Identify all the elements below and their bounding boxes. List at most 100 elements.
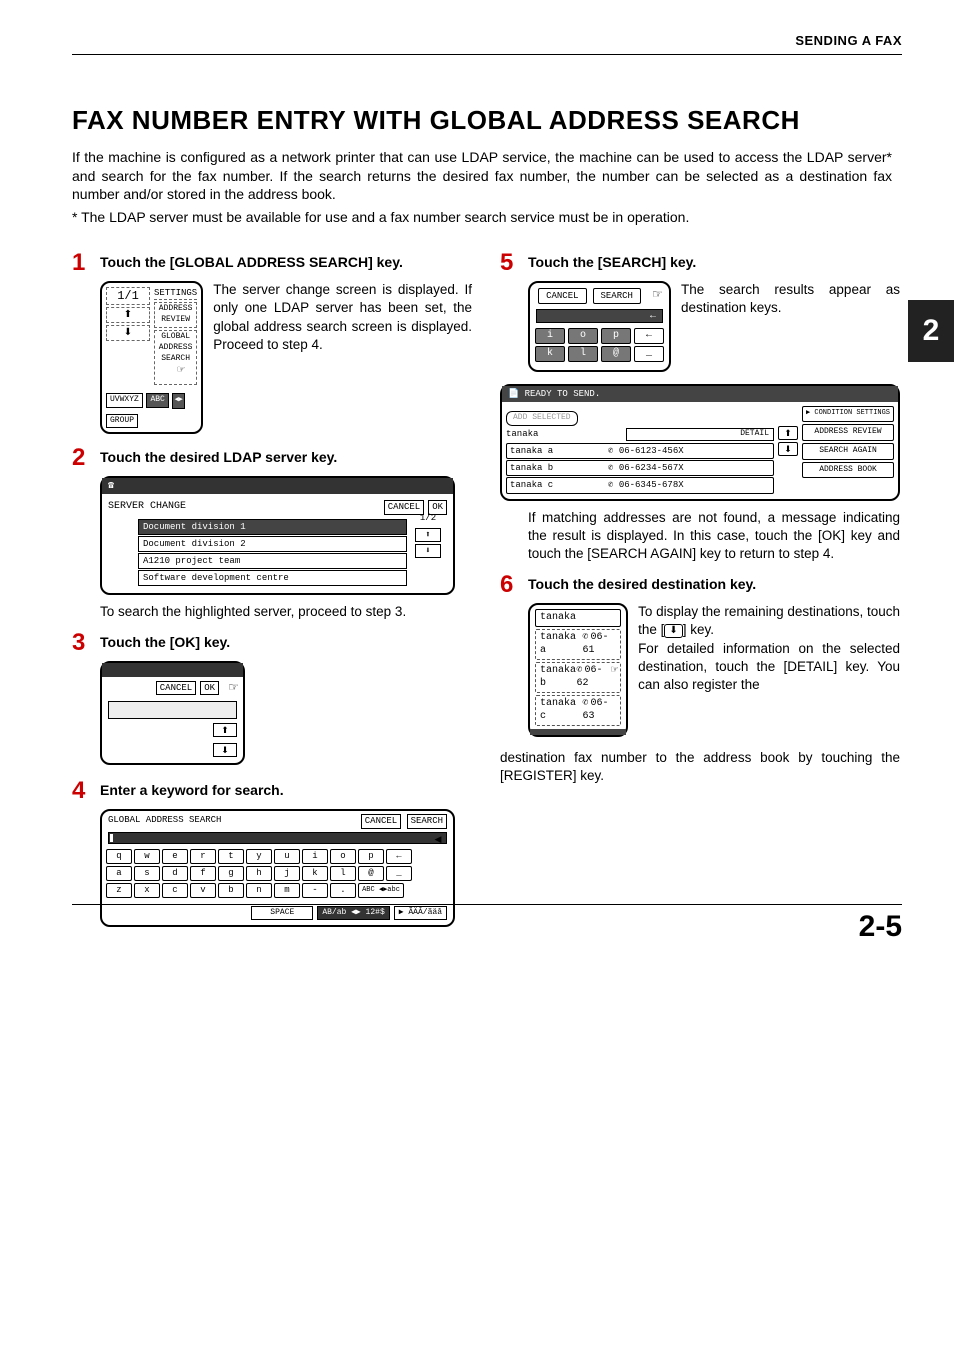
tab-abc[interactable]: ABC [146,393,168,408]
results-scroll-down-icon[interactable]: ⬇ [778,442,798,456]
key-z[interactable]: z [106,883,132,898]
add-selected-button[interactable]: ADD SELECTED [506,411,578,426]
footnote-text: * The LDAP server must be available for … [72,208,902,227]
key-c[interactable]: c [162,883,188,898]
key-q[interactable]: q [106,849,132,864]
condition-settings-button[interactable]: ▶ CONDITION SETTINGS [802,406,894,421]
skey-o[interactable]: o [568,328,598,344]
step-2-after-text: To search the highlighted server, procee… [100,603,472,621]
skey-k[interactable]: k [535,346,565,362]
ok-panel-ok-button[interactable]: OK [200,681,219,695]
scroll-up-icon[interactable]: ⬆ [106,307,150,323]
server-item-3[interactable]: A1210 project team [138,553,407,569]
key-space[interactable]: SPACE [251,906,313,921]
result-row-2[interactable]: tanaka b ✆ 06-6234-567X [506,460,774,476]
result-row-3[interactable]: tanaka c ✆ 06-6345-678X [506,477,774,493]
key-o[interactable]: o [330,849,356,864]
key-underscore[interactable]: _ [386,866,412,881]
step-6-title: Touch the desired destination key. [528,573,756,597]
down-arrow-key-icon: ⬇ [664,624,682,638]
key-r[interactable]: r [190,849,216,864]
key-j[interactable]: j [274,866,300,881]
keyboard-input[interactable]: ◀ [108,832,447,844]
hand-pointer-icon [605,664,616,678]
tab-arrows-icon[interactable]: ◀▶ [172,393,184,408]
step-5-header: 5 Touch the [SEARCH] key. [500,251,900,275]
address-book-button[interactable]: ADDRESS BOOK [802,462,894,479]
step-3-number: 3 [72,631,92,655]
step-5-text: The search results appear as destination… [681,281,900,372]
key-l[interactable]: l [330,866,356,881]
keyboard-panel: GLOBAL ADDRESS SEARCH CANCEL SEARCH ◀ q … [100,809,455,927]
dest-row-3[interactable]: tanaka c 06-63 [535,695,621,726]
key-i[interactable]: i [302,849,328,864]
key-h[interactable]: h [246,866,272,881]
key-b[interactable]: b [218,883,244,898]
skey-backspace[interactable]: ← [634,328,664,344]
key-u[interactable]: u [274,849,300,864]
key-p[interactable]: p [358,849,384,864]
server-scroll-down-icon[interactable]: ⬇ [415,544,441,558]
key-s[interactable]: s [134,866,160,881]
step-4-header: 4 Enter a keyword for search. [72,779,472,803]
dest-row-1[interactable]: tanaka a 06-61 [535,629,621,660]
search-cancel-button[interactable]: CANCEL [538,288,586,304]
result-row-1[interactable]: tanaka a ✆ 06-6123-456X [506,443,774,459]
step-1-header: 1 Touch the [GLOBAL ADDRESS SEARCH] key. [72,251,472,275]
key-g[interactable]: g [218,866,244,881]
key-n[interactable]: n [246,883,272,898]
destination-panel: tanaka tanaka a 06-61 tanaka b 06-62 tan… [528,603,628,737]
key-w[interactable]: w [134,849,160,864]
search-panel: CANCEL SEARCH i o p ← k l @ [528,281,671,372]
key-t[interactable]: t [218,849,244,864]
key-mode-toggle-2[interactable]: ▶ ÃÄÂ/ãäâ [394,906,447,921]
skey-l[interactable]: l [568,346,598,362]
server-scroll-up-icon[interactable]: ⬆ [415,528,441,542]
ok-panel: CANCEL OK ⬆ ⬇ [100,661,245,765]
server-item-1[interactable]: Document division 1 [138,519,407,535]
ok-panel-cancel-button[interactable]: CANCEL [156,681,196,695]
detail-button[interactable]: DETAIL [626,428,774,441]
skey-i[interactable]: i [535,328,565,344]
settings-panel: 1/1 ⬆ ⬇ SETTINGS ADDRESS REVIEW GLOBAL A… [100,281,203,434]
skey-at[interactable]: @ [601,346,631,362]
search-again-button[interactable]: SEARCH AGAIN [802,443,894,460]
key-at[interactable]: @ [358,866,384,881]
key-x[interactable]: x [134,883,160,898]
server-item-2[interactable]: Document division 2 [138,536,407,552]
key-v[interactable]: v [190,883,216,898]
key-y[interactable]: y [246,849,272,864]
backspace-icon[interactable]: ◀ [432,833,444,843]
section-header: SENDING A FAX [72,32,902,50]
scroll-down-icon[interactable]: ⬇ [106,325,150,341]
key-f[interactable]: f [190,866,216,881]
key-m[interactable]: m [274,883,300,898]
search-input[interactable] [536,309,663,323]
dest-row-2[interactable]: tanaka b 06-62 [535,662,621,693]
key-d[interactable]: d [162,866,188,881]
key-case-toggle[interactable]: ABC ◀▶abc [358,883,404,898]
key-row-2: a s d f g h j k l @ _ [106,866,449,881]
skey-p[interactable]: p [601,328,631,344]
ok-scroll-up-icon[interactable]: ⬆ [213,723,237,737]
tab-uvwxyz[interactable]: UVWXYZ [106,393,143,408]
search-search-button[interactable]: SEARCH [593,288,641,304]
key-backspace[interactable]: ← [386,849,412,864]
skey-underscore[interactable]: _ [634,346,664,362]
key-k[interactable]: k [302,866,328,881]
key-a[interactable]: a [106,866,132,881]
keyboard-search-button[interactable]: SEARCH [407,814,447,828]
address-review-button[interactable]: ADDRESS REVIEW [154,302,197,328]
global-address-search-button[interactable]: GLOBAL ADDRESS SEARCH [154,330,197,385]
keyboard-cancel-button[interactable]: CANCEL [361,814,401,828]
tab-group[interactable]: GROUP [106,414,138,429]
address-review-button-2[interactable]: ADDRESS REVIEW [802,424,894,441]
key-e[interactable]: e [162,849,188,864]
key-mode-toggle-1[interactable]: AB/ab ◀▶ 12#$ [317,906,389,921]
key-dot[interactable]: . [330,883,356,898]
key-dash[interactable]: - [302,883,328,898]
key-row-3: z x c v b n m - . ABC ◀▶abc [106,883,449,898]
ok-scroll-down-icon[interactable]: ⬇ [213,743,237,757]
results-scroll-up-icon[interactable]: ⬆ [778,426,798,440]
server-item-4[interactable]: Software development centre [138,570,407,586]
